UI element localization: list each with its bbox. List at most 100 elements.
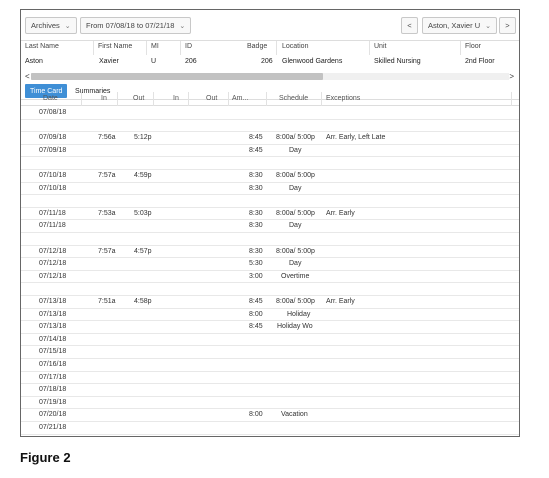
table-row[interactable]: 07/12/18 7:57a 4:57p 8:30 8:00a/ 5:00p [21,246,519,259]
table-row[interactable]: 07/13/18 8:45 Holiday Wo [21,321,519,334]
employee-badge[interactable]: 206 [261,58,273,65]
table-row[interactable] [21,120,519,133]
scroll-thumb[interactable] [31,73,323,80]
column-header[interactable]: Unit [374,43,386,50]
column-header[interactable]: Badge [247,43,267,50]
cell-amount: 8:45 [249,134,263,142]
cell-in: 7:56a [98,134,116,142]
cell-schedule: Holiday Wo [277,323,313,331]
cell-date: 07/09/18 [39,146,67,154]
employee-id[interactable]: 206 [185,58,197,65]
cell-date: 07/16/18 [39,361,67,368]
employee-last-name[interactable]: Aston [25,58,43,65]
date-range-label: From 07/08/18 to 07/21/18 [86,21,175,30]
previous-employee-button[interactable]: < [401,17,418,34]
column-header[interactable]: Last Name [25,43,59,50]
cell-date: 07/19/18 [39,398,67,406]
table-row[interactable]: 07/10/18 8:30 Day [21,183,519,196]
table-row[interactable]: 07/12/18 3:00 Overtime [21,271,519,284]
column-header[interactable]: First Name [98,43,132,50]
column-header[interactable]: Floor [465,43,481,50]
table-row[interactable]: 07/20/18 8:00 Vacation [21,409,519,422]
cell-date: 07/10/18 [39,172,67,179]
table-row[interactable]: 07/16/18 [21,359,519,372]
cell-out: 4:58p [134,298,152,305]
table-row[interactable]: 07/11/18 7:53a 5:03p 8:30 8:00a/ 5:00p Arr. E… [21,208,519,221]
column-divider [321,92,322,106]
cell-date: 07/13/18 [39,323,67,331]
employee-first-name[interactable]: Xavier [99,58,119,65]
table-row[interactable]: 07/11/18 8:30 Day [21,220,519,233]
scroll-left-icon[interactable]: < [25,72,30,81]
table-row[interactable] [21,233,519,246]
cell-amount: 8:30 [249,172,263,179]
table-row[interactable] [21,195,519,208]
column-header-date[interactable]: Date [43,95,58,102]
cell-amount: 8:30 [249,222,263,230]
table-row[interactable]: 07/15/18 [21,346,519,359]
employee-floor[interactable]: 2nd Floor [465,58,495,65]
employee-grid: Last Name First Name MI ID Badge Locatio… [21,40,519,72]
cell-schedule: Day [289,146,302,154]
column-header-in[interactable]: In [101,95,107,102]
column-divider [93,41,94,55]
column-header-out[interactable]: Out [133,95,144,102]
column-divider [266,92,267,106]
archives-label: Archives [31,21,60,30]
column-header[interactable]: MI [151,43,159,50]
cell-amount: 8:30 [249,247,263,255]
table-row[interactable]: 07/13/18 8:00 Holiday [21,309,519,322]
column-header-exceptions[interactable]: Exceptions [326,95,360,102]
column-divider [146,41,147,55]
employee-unit[interactable]: Skilled Nursing [374,58,421,65]
column-divider [180,41,181,55]
cell-schedule: Day [289,222,302,230]
date-range-dropdown[interactable]: From 07/08/18 to 07/21/18 ⌄ [80,17,192,34]
table-row[interactable]: 07/12/18 5:30 Day [21,258,519,271]
table-row[interactable]: 07/10/18 7:57a 4:59p 8:30 8:00a/ 5:00p [21,170,519,183]
cell-schedule: Day [289,184,302,192]
table-row[interactable]: 07/18/18 [21,384,519,397]
employee-label: Aston, Xavier U [428,21,481,30]
table-row[interactable]: 07/08/18 [21,107,519,120]
cell-date: 07/08/18 [39,109,67,116]
column-divider [188,92,189,106]
column-header-schedule[interactable]: Schedule [279,95,308,102]
cell-out: 5:03p [134,209,152,217]
chevron-down-icon: ⌄ [485,22,491,30]
column-header-amount[interactable]: Am... [232,95,248,102]
table-row[interactable]: 07/09/18 7:56a 5:12p 8:45 8:00a/ 5:00p Arr. E… [21,132,519,145]
archives-dropdown[interactable]: Archives ⌄ [25,17,77,34]
column-header-in-2[interactable]: In [173,95,179,102]
cell-amount: 8:30 [249,184,263,192]
horizontal-scrollbar[interactable]: < > [21,72,519,81]
column-header[interactable]: Location [282,43,308,50]
cell-in: 7:53a [98,209,116,217]
cell-schedule: 8:00a/ 5:00p [276,134,315,142]
table-row[interactable]: 07/17/18 [21,372,519,385]
cell-date: 07/13/18 [39,310,67,318]
column-divider [117,92,118,106]
cell-amount: 8:00 [249,310,263,318]
cell-schedule: Holiday [287,310,311,318]
column-header-out-2[interactable]: Out [206,95,217,102]
employee-dropdown[interactable]: Aston, Xavier U ⌄ [422,17,497,34]
next-employee-button[interactable]: > [499,17,516,34]
table-row[interactable]: 07/09/18 8:45 Day [21,145,519,158]
cell-out: 4:57p [134,247,152,255]
column-header[interactable]: ID [185,43,192,50]
chevron-right-icon: > [505,21,510,30]
cell-out: 5:12p [134,134,152,142]
scroll-right-icon[interactable]: > [509,72,514,81]
table-row[interactable] [21,157,519,170]
table-row[interactable]: 07/14/18 [21,334,519,347]
table-row[interactable] [21,283,519,296]
cell-in: 7:57a [98,247,116,255]
chevron-down-icon: ⌄ [64,22,71,30]
table-row[interactable]: 07/19/18 [21,397,519,410]
employee-mi[interactable]: U [151,58,156,65]
table-row[interactable]: 07/21/18 [21,422,519,435]
cell-date: 07/11/18 [39,222,66,230]
table-row[interactable]: 07/13/18 7:51a 4:58p 8:45 8:00a/ 5:00p Arr. E… [21,296,519,309]
employee-location[interactable]: Glenwood Gardens [282,58,342,65]
